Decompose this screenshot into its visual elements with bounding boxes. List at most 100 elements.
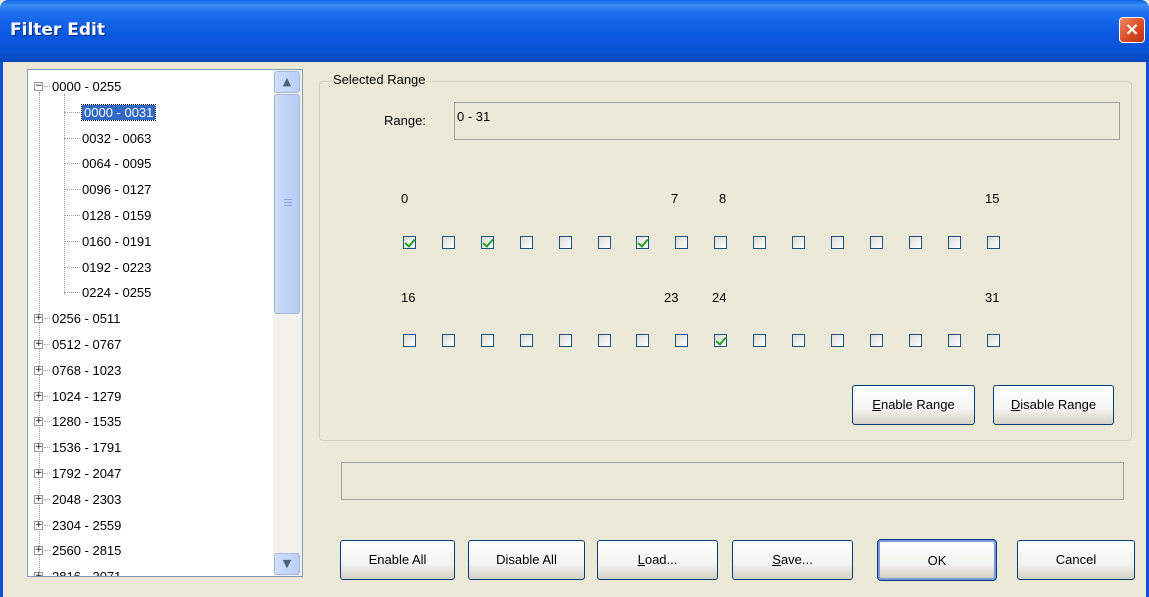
- tree-node-child[interactable]: 0064 - 0095: [82, 151, 151, 176]
- bit-checkbox[interactable]: [675, 236, 689, 249]
- load-button[interactable]: Load...: [597, 540, 718, 580]
- bit-checkbox[interactable]: [636, 236, 650, 249]
- close-button[interactable]: ×: [1119, 17, 1145, 43]
- bit-checkbox[interactable]: [947, 334, 961, 347]
- tree-connector: [64, 111, 80, 113]
- bit-label-31: 31: [985, 290, 1000, 305]
- scroll-thumb[interactable]: [274, 94, 300, 314]
- tree-connector: [44, 550, 50, 552]
- tree-node-child[interactable]: 0160 - 0191: [82, 229, 151, 254]
- tree-node-root[interactable]: 0000 - 0255: [52, 74, 121, 99]
- bit-checkbox[interactable]: [792, 334, 805, 347]
- cancel-button[interactable]: Cancel: [1017, 540, 1135, 580]
- disable-range-mnemonic: D: [1010, 397, 1021, 412]
- tree-scrollbar[interactable]: ▲ ▼: [273, 70, 302, 576]
- bit-checkbox[interactable]: [597, 334, 611, 347]
- bit-checkbox[interactable]: [441, 236, 455, 249]
- tree-node-child[interactable]: 0224 - 0255: [82, 280, 151, 305]
- tree-node-collapsed[interactable]: 1280 - 1535: [52, 409, 121, 434]
- tree-items: −0000 - 0255 0000 - 0031 0032 - 0063 0064 -…: [28, 70, 274, 576]
- tree-connector: [44, 86, 50, 87]
- tree-node-collapsed[interactable]: 2560 - 2815: [52, 538, 121, 563]
- expand-icon[interactable]: +: [34, 365, 43, 375]
- tree-node-child[interactable]: 0096 - 0127: [82, 177, 151, 202]
- tree-node-collapsed[interactable]: 2048 - 2303: [52, 487, 121, 512]
- bit-label-24: 24: [712, 290, 727, 305]
- expand-icon[interactable]: +: [34, 443, 43, 453]
- range-tree[interactable]: −0000 - 0255 0000 - 0031 0032 - 0063 0064 -…: [27, 69, 303, 577]
- bit-checkbox[interactable]: [753, 334, 767, 347]
- bit-checkbox[interactable]: [947, 236, 961, 249]
- bit-checkbox[interactable]: [869, 334, 883, 347]
- bit-checkbox[interactable]: [519, 236, 533, 249]
- expand-icon[interactable]: +: [34, 314, 43, 324]
- bit-checkbox[interactable]: [908, 236, 922, 249]
- tree-connector: [44, 447, 50, 449]
- disable-range-button[interactable]: Disable Range: [993, 385, 1114, 425]
- expand-icon[interactable]: +: [34, 546, 43, 556]
- bit-checkbox[interactable]: [480, 334, 494, 347]
- bit-checkbox[interactable]: [480, 236, 494, 249]
- tree-node-collapsed[interactable]: 0768 - 1023: [52, 358, 121, 383]
- tree-node-collapsed[interactable]: 1024 - 1279: [52, 384, 121, 409]
- tree-node-collapsed[interactable]: 1792 - 2047: [52, 461, 121, 486]
- tree-node-collapsed[interactable]: 0256 - 0511: [52, 306, 120, 331]
- tree-connector: [44, 576, 50, 577]
- bit-checkbox[interactable]: [714, 334, 728, 347]
- bit-checkbox[interactable]: [869, 236, 883, 249]
- bit-checkbox[interactable]: [403, 334, 416, 347]
- tree-node-collapsed[interactable]: 0512 - 0767: [52, 332, 121, 357]
- tree-node-child[interactable]: 0000 - 0031: [80, 100, 157, 125]
- enable-all-button[interactable]: Enable All: [340, 540, 455, 580]
- scroll-up-button[interactable]: ▲: [274, 71, 300, 93]
- tree-node-collapsed[interactable]: 2304 - 2559: [52, 513, 121, 538]
- tree-connector: [44, 473, 50, 474]
- tree-connector: [64, 266, 80, 268]
- tree-node-collapsed[interactable]: 2816 - 3071: [52, 564, 121, 576]
- tree-connector: [44, 524, 50, 526]
- bit-checkbox[interactable]: [908, 334, 922, 347]
- bit-checkbox[interactable]: [830, 236, 844, 249]
- tree-node-child[interactable]: 0192 - 0223: [82, 255, 151, 280]
- expand-icon[interactable]: +: [34, 391, 43, 401]
- scroll-down-button[interactable]: ▼: [274, 553, 300, 575]
- bit-label-16: 16: [401, 290, 416, 305]
- bit-checkbox[interactable]: [558, 236, 572, 249]
- bit-checkbox[interactable]: [792, 236, 805, 249]
- bit-checkbox[interactable]: [986, 236, 1000, 249]
- collapse-icon[interactable]: −: [34, 82, 43, 91]
- tree-node-child[interactable]: 0128 - 0159: [82, 203, 151, 228]
- expand-icon[interactable]: +: [34, 572, 43, 576]
- disable-all-button[interactable]: Disable All: [468, 540, 585, 580]
- bit-checkbox[interactable]: [441, 334, 455, 347]
- ok-button[interactable]: OK: [877, 539, 997, 581]
- tree-node-child[interactable]: 0032 - 0063: [82, 126, 151, 151]
- expand-icon[interactable]: +: [34, 340, 43, 349]
- bit-checkbox[interactable]: [714, 236, 728, 249]
- bit-checkbox[interactable]: [636, 334, 650, 347]
- bit-checkbox[interactable]: [597, 236, 611, 249]
- enable-range-button[interactable]: Enable Range: [852, 385, 975, 425]
- enable-range-label: nable Range: [880, 397, 955, 412]
- tree-connector: [64, 137, 80, 139]
- expand-icon[interactable]: +: [34, 494, 43, 504]
- selected-range-legend: Selected Range: [331, 72, 428, 87]
- bit-checkbox[interactable]: [519, 334, 533, 347]
- bit-checkbox[interactable]: [558, 334, 572, 347]
- tree-node-collapsed[interactable]: 1536 - 1791: [52, 435, 121, 460]
- chevron-up-icon: ▲: [282, 75, 292, 88]
- bit-checkbox[interactable]: [403, 236, 416, 249]
- bit-checkbox[interactable]: [675, 334, 689, 347]
- expand-icon[interactable]: +: [34, 469, 43, 478]
- load-label: oad...: [644, 552, 678, 567]
- bit-checkbox[interactable]: [986, 334, 1000, 347]
- bit-label-23: 23: [664, 290, 679, 305]
- enable-range-mnemonic: E: [872, 397, 881, 412]
- close-icon: ×: [1124, 19, 1140, 40]
- expand-icon[interactable]: +: [34, 520, 43, 530]
- bit-checkbox[interactable]: [830, 334, 844, 347]
- tree-connector: [44, 369, 50, 371]
- expand-icon[interactable]: +: [34, 417, 43, 427]
- save-button[interactable]: Save...: [732, 540, 853, 580]
- bit-checkbox[interactable]: [753, 236, 767, 249]
